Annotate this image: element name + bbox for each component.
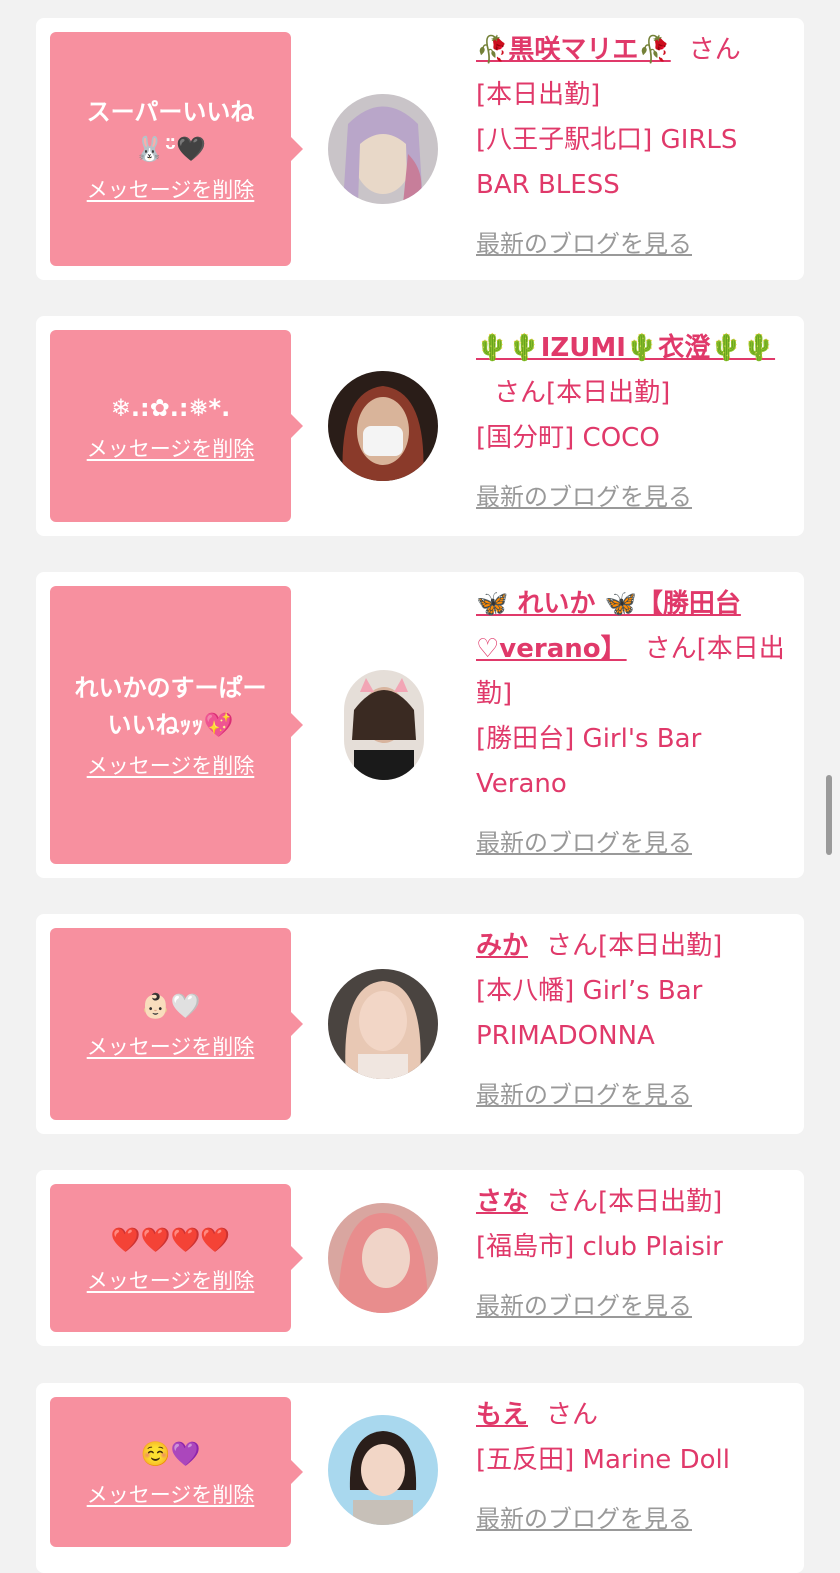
avatar[interactable]	[328, 1415, 438, 1525]
like-message: スーパーいいね 🐰ᵕ̈🖤	[86, 98, 255, 163]
like-message-box: れいかのすーぱー いいねｯｯ💖 メッセージを削除	[50, 586, 291, 864]
cast-name-link[interactable]: さな	[476, 1187, 528, 1217]
avatar[interactable]	[328, 94, 438, 204]
scrollbar[interactable]	[826, 775, 832, 855]
san-suffix: さん	[644, 634, 697, 664]
san-suffix: さん	[688, 35, 741, 65]
cast-name-link[interactable]: もえ	[476, 1400, 528, 1430]
san-suffix: さん	[494, 378, 547, 408]
like-message: ❤️❤️❤️❤️	[110, 1225, 231, 1254]
avatar[interactable]	[328, 371, 438, 481]
like-message: ❄︎.:✿.:❅*.	[110, 393, 231, 422]
delete-message-link[interactable]: メッセージを削除	[87, 1479, 255, 1509]
cast-name-link[interactable]: 🌵🌵IZUMI🌵衣澄🌵🌵	[476, 333, 775, 363]
cast-info: みか さん[本日出勤] [本八幡] Girl’s Bar PRIMADONNA 最…	[476, 924, 790, 1118]
like-message-box: ❤️❤️❤️❤️ メッセージを削除	[50, 1184, 291, 1332]
latest-blog-link[interactable]: 最新のブログを見る	[476, 1284, 692, 1329]
cast-info: 🥀黒咲マリエ🥀 さん [本日出勤] [八王子駅北口] GIRLS BAR BLES…	[476, 28, 790, 267]
work-status: [本日出勤]	[598, 931, 723, 961]
delete-message-link[interactable]: メッセージを削除	[87, 174, 255, 204]
delete-message-link[interactable]: メッセージを削除	[87, 750, 255, 780]
shop-name: [五反田] Marine Doll	[476, 1445, 730, 1475]
like-card: ❄︎.:✿.:❅*. メッセージを削除 🌵🌵IZUMI🌵衣澄🌵🌵 さん[本日出勤]…	[36, 316, 804, 536]
like-message: れいかのすーぱー いいねｯｯ💖	[74, 674, 267, 739]
latest-blog-link[interactable]: 最新のブログを見る	[476, 475, 692, 520]
work-status: [本日出勤]	[476, 80, 601, 110]
cast-info: もえ さん [五反田] Marine Doll 最新のブログを見る	[476, 1393, 790, 1542]
like-card: ❤️❤️❤️❤️ メッセージを削除 さな さん[本日出勤] [福島市] club …	[36, 1170, 804, 1346]
delete-message-link[interactable]: メッセージを削除	[87, 433, 255, 463]
latest-blog-link[interactable]: 最新のブログを見る	[476, 1073, 692, 1118]
avatar[interactable]	[328, 1203, 438, 1313]
work-status: [本日出勤]	[546, 378, 671, 408]
latest-blog-link[interactable]: 最新のブログを見る	[476, 821, 692, 866]
delete-message-link[interactable]: メッセージを削除	[87, 1031, 255, 1061]
like-card: スーパーいいね 🐰ᵕ̈🖤 メッセージを削除 🥀黒咲マリエ🥀 さん [本日出勤] […	[36, 18, 804, 280]
shop-name: [本八幡] Girl’s Bar PRIMADONNA	[476, 976, 703, 1051]
like-card: れいかのすーぱー いいねｯｯ💖 メッセージを削除 🦋 れいか 🦋【勝田台♡ver…	[36, 572, 804, 878]
shop-name: [八王子駅北口] GIRLS BAR BLESS	[476, 125, 738, 200]
san-suffix: さん	[546, 931, 599, 961]
shop-name: [国分町] COCO	[476, 423, 660, 453]
cast-info: 🌵🌵IZUMI🌵衣澄🌵🌵 さん[本日出勤] [国分町] COCO 最新のブログを見…	[476, 326, 790, 520]
work-status: [本日出勤]	[598, 1187, 723, 1217]
cast-info: 🦋 れいか 🦋【勝田台♡verano】 さん[本日出勤] [勝田台] Girl's…	[476, 582, 790, 866]
like-card: 👶🏻🤍 メッセージを削除 みか さん[本日出勤] [本八幡] Girl’s Bar…	[36, 914, 804, 1134]
san-suffix: さん	[546, 1400, 599, 1430]
shop-name: [福島市] club Plaisir	[476, 1232, 723, 1262]
like-message-box: ❄︎.:✿.:❅*. メッセージを削除	[50, 330, 291, 522]
like-message-box: 👶🏻🤍 メッセージを削除	[50, 928, 291, 1120]
like-message-box: ☺️💜 メッセージを削除	[50, 1397, 291, 1547]
avatar[interactable]	[328, 969, 438, 1079]
like-card: ☺️💜 メッセージを削除 もえ さん [五反田] Marine Doll 最新のブ…	[36, 1383, 804, 1573]
latest-blog-link[interactable]: 最新のブログを見る	[476, 1497, 692, 1542]
avatar[interactable]	[344, 670, 424, 780]
shop-name: [勝田台] Girl's Bar Verano	[476, 724, 702, 799]
cast-name-link[interactable]: 🥀黒咲マリエ🥀	[476, 35, 671, 65]
san-suffix: さん	[546, 1187, 599, 1217]
delete-message-link[interactable]: メッセージを削除	[87, 1265, 255, 1295]
like-message: ☺️💜	[140, 1439, 201, 1468]
latest-blog-link[interactable]: 最新のブログを見る	[476, 222, 692, 267]
cast-info: さな さん[本日出勤] [福島市] club Plaisir 最新のブログを見る	[476, 1180, 790, 1329]
like-message-box: スーパーいいね 🐰ᵕ̈🖤 メッセージを削除	[50, 32, 291, 266]
cast-name-link[interactable]: みか	[476, 931, 528, 961]
like-message: 👶🏻🤍	[140, 991, 201, 1020]
